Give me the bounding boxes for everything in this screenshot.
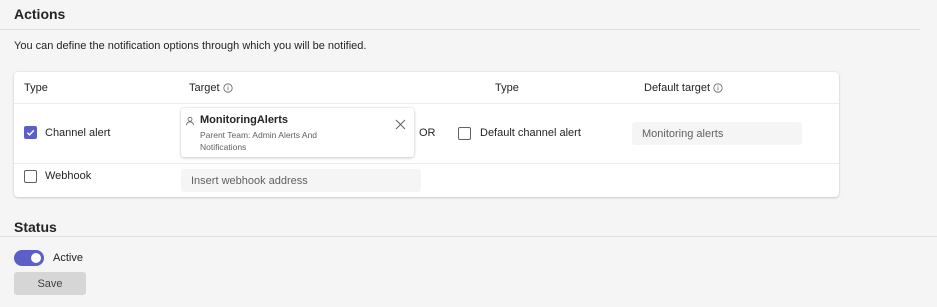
status-divider	[0, 236, 937, 237]
actions-divider	[0, 29, 920, 30]
status-title: Status	[14, 219, 57, 235]
active-toggle-label: Active	[53, 252, 83, 264]
active-toggle[interactable]	[14, 250, 44, 266]
person-icon	[186, 116, 194, 126]
default-channel-alert-label: Default channel alert	[480, 127, 581, 139]
default-target-input[interactable]: Monitoring alerts	[632, 122, 802, 145]
toggle-knob	[31, 253, 41, 263]
webhook-label: Webhook	[45, 170, 92, 182]
target-subtitle: Parent Team: Admin Alerts And Notificati…	[200, 130, 318, 152]
info-icon[interactable]	[222, 83, 233, 93]
column-header-type: Type	[24, 82, 48, 94]
column-header-target-label: Target	[189, 82, 220, 94]
target-selection-card[interactable]: MonitoringAlerts Parent Team: Admin Aler…	[181, 108, 414, 157]
close-icon[interactable]	[395, 119, 406, 130]
save-button[interactable]: Save	[14, 272, 86, 295]
header-divider	[14, 103, 839, 104]
row-divider	[14, 163, 839, 164]
default-channel-alert-checkbox[interactable]	[458, 127, 471, 140]
webhook-checkbox[interactable]	[24, 170, 37, 183]
checkmark-icon	[26, 129, 35, 136]
actions-description: You can define the notification options …	[14, 40, 367, 52]
channel-alert-checkbox[interactable]	[24, 126, 37, 139]
info-icon[interactable]	[713, 83, 723, 93]
or-separator: OR	[419, 127, 436, 139]
column-header-target: Target	[189, 82, 233, 94]
column-header-default-target: Default target	[644, 82, 723, 94]
webhook-input[interactable]: Insert webhook address	[181, 169, 421, 192]
column-header-type-2: Type	[495, 82, 519, 94]
actions-card: Type Target Type Default target Channel …	[14, 72, 839, 197]
target-name: MonitoringAlerts	[200, 114, 288, 126]
column-header-default-target-label: Default target	[644, 82, 711, 94]
actions-title: Actions	[14, 6, 66, 22]
channel-alert-label: Channel alert	[45, 127, 111, 139]
